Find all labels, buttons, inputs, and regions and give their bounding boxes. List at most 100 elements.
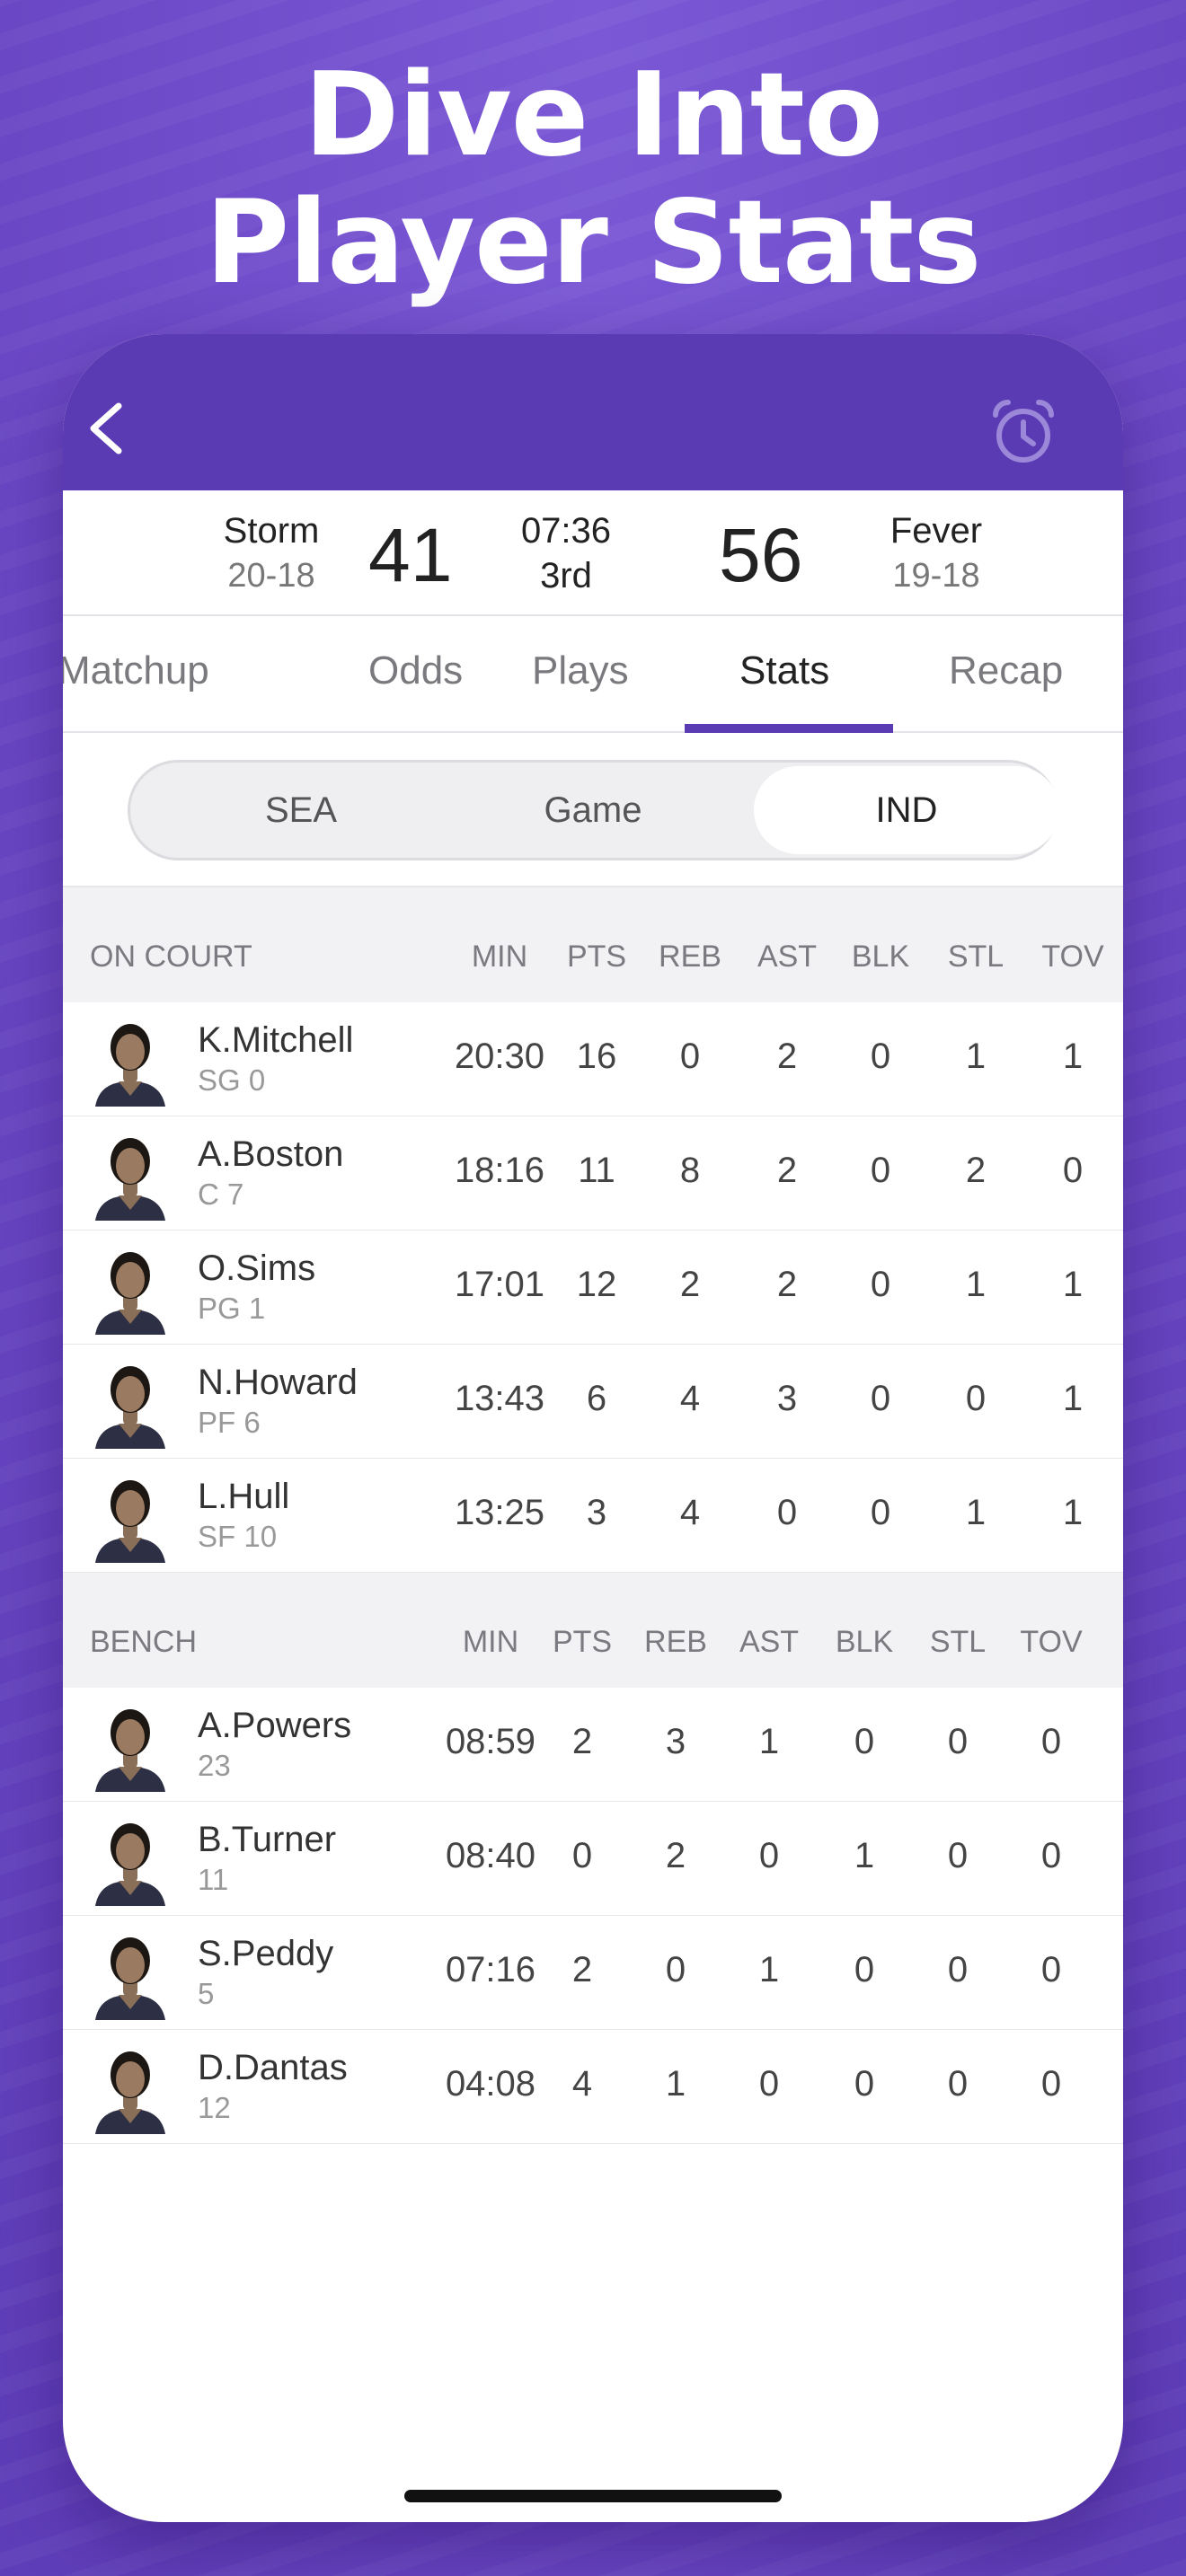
- column-header-stl: STL: [929, 1625, 987, 1659]
- stat-stl: 0: [947, 2064, 969, 2104]
- player-name: N.Howard: [198, 1363, 358, 1402]
- headline-line-2: Player Stats: [205, 176, 981, 310]
- player-name: A.Boston: [198, 1134, 344, 1174]
- player-headshot-icon: [83, 1813, 178, 1906]
- section-title: ON COURT: [90, 940, 252, 974]
- player-row[interactable]: S.Peddy 5 07:16 2 0 1 0 0 0: [63, 1916, 1123, 2030]
- player-headshot-icon: [83, 2041, 178, 2134]
- player-name: K.Mitchell: [198, 1020, 354, 1060]
- active-tab-indicator: [685, 724, 893, 733]
- player-row[interactable]: A.Boston C 7 18:16 11 8 2 0 2 0: [63, 1116, 1123, 1231]
- stat-reb: 8: [679, 1151, 701, 1190]
- tab-stats[interactable]: Stats: [739, 648, 829, 693]
- stat-ast: 2: [776, 1151, 798, 1190]
- stat-pts: 12: [576, 1265, 617, 1304]
- headline-line-1: Dive Into: [304, 49, 883, 182]
- home-team-name: Fever: [890, 511, 983, 551]
- column-header-stl: STL: [947, 940, 1005, 974]
- player-headshot-icon: [83, 1127, 178, 1221]
- player-row[interactable]: L.Hull SF 10 13:25 3 4 0 0 1 1: [63, 1459, 1123, 1573]
- tab-recap[interactable]: Recap: [949, 648, 1063, 693]
- bench-section: BENCH MIN PTS REB AST BLK STL TOV A.Powe…: [63, 1573, 1123, 2144]
- player-position: C 7: [198, 1178, 244, 1211]
- player-row[interactable]: A.Powers 23 08:59 2 3 1 0 0 0: [63, 1688, 1123, 1802]
- player-headshot-icon: [83, 1469, 178, 1563]
- player-name: S.Peddy: [198, 1934, 334, 1973]
- segment-ind[interactable]: IND: [754, 766, 1059, 854]
- stat-tov: 0: [1040, 1836, 1062, 1875]
- player-position: 12: [198, 2091, 231, 2124]
- stat-blk: 1: [854, 1836, 875, 1875]
- stat-tov: 0: [1040, 1950, 1062, 1989]
- section-title: BENCH: [90, 1625, 198, 1659]
- home-team: Fever 19-18: [837, 508, 1035, 598]
- player-row[interactable]: N.Howard PF 6 13:43 6 4 3 0 0 1: [63, 1345, 1123, 1459]
- scoreboard: Storm 20-18 41 07:36 3rd 56 Fever 19-18: [63, 490, 1123, 616]
- stat-ast: 2: [776, 1037, 798, 1076]
- column-header-tov: TOV: [1020, 1625, 1083, 1659]
- home-team-record: 19-18: [892, 557, 980, 595]
- stat-tov: 0: [1040, 2064, 1062, 2104]
- tab-bar: Matchup Odds Plays Stats Recap: [63, 616, 1123, 733]
- stat-stl: 1: [965, 1037, 987, 1076]
- away-team-record: 20-18: [227, 557, 315, 595]
- segmented-control: SEA Game IND: [128, 760, 1059, 860]
- stat-blk: 0: [854, 2064, 875, 2104]
- player-row[interactable]: K.Mitchell SG 0 20:30 16 0 2 0 1 1: [63, 1002, 1123, 1116]
- column-header-reb: REB: [659, 940, 721, 974]
- stat-pts: 0: [571, 1836, 593, 1875]
- stat-blk: 0: [854, 1722, 875, 1761]
- clock-period: 3rd: [540, 556, 592, 595]
- stat-reb: 3: [665, 1722, 686, 1761]
- clock-time: 07:36: [520, 511, 612, 551]
- stat-min: 17:01: [454, 1265, 545, 1304]
- stat-reb: 0: [665, 1950, 686, 1989]
- player-row[interactable]: B.Turner 11 08:40 0 2 0 1 0 0: [63, 1802, 1123, 1916]
- segment-game[interactable]: Game: [440, 763, 746, 858]
- player-name: A.Powers: [198, 1706, 352, 1745]
- player-name: B.Turner: [198, 1820, 337, 1859]
- stat-ast: 1: [758, 1722, 780, 1761]
- away-team: Storm 20-18: [173, 508, 370, 598]
- stat-min: 18:16: [454, 1151, 545, 1190]
- column-header-blk: BLK: [851, 940, 910, 974]
- stat-tov: 1: [1062, 1379, 1084, 1418]
- player-headshot-icon: [83, 1355, 178, 1449]
- player-row[interactable]: D.Dantas 12 04:08 4 1 0 0 0 0: [63, 2030, 1123, 2144]
- column-header-ast: AST: [739, 1625, 800, 1659]
- player-position: 5: [198, 1977, 215, 2010]
- column-header-pts: PTS: [552, 1625, 613, 1659]
- player-position: 23: [198, 1749, 231, 1782]
- column-header-ast: AST: [757, 940, 818, 974]
- player-headshot-icon: [83, 1698, 178, 1792]
- stat-stl: 1: [965, 1265, 987, 1304]
- player-row[interactable]: O.Sims PG 1 17:01 12 2 2 0 1 1: [63, 1231, 1123, 1345]
- chevron-left-icon[interactable]: [81, 397, 135, 460]
- bench-header: BENCH MIN PTS REB AST BLK STL TOV: [63, 1573, 1123, 1688]
- away-team-name: Storm: [223, 511, 320, 551]
- player-position: PF 6: [198, 1406, 261, 1439]
- player-name: O.Sims: [198, 1248, 316, 1288]
- stat-ast: 0: [758, 1836, 780, 1875]
- stat-blk: 0: [870, 1493, 891, 1532]
- tab-odds[interactable]: Odds: [368, 648, 463, 693]
- player-position: PG 1: [198, 1292, 266, 1325]
- on-court-header: ON COURT MIN PTS REB AST BLK STL TOV: [63, 887, 1123, 1002]
- stat-stl: 1: [965, 1493, 987, 1532]
- player-position: 11: [198, 1863, 229, 1896]
- stat-stl: 0: [947, 1722, 969, 1761]
- column-header-blk: BLK: [835, 1625, 894, 1659]
- stat-pts: 2: [571, 1722, 593, 1761]
- stat-reb: 4: [679, 1379, 701, 1418]
- stat-min: 13:25: [454, 1493, 545, 1532]
- stat-pts: 2: [571, 1950, 593, 1989]
- player-name: L.Hull: [198, 1477, 290, 1516]
- tab-plays[interactable]: Plays: [532, 648, 629, 693]
- column-header-pts: PTS: [566, 940, 627, 974]
- stat-blk: 0: [870, 1151, 891, 1190]
- stat-reb: 2: [679, 1265, 701, 1304]
- alarm-clock-icon[interactable]: [988, 397, 1058, 467]
- segment-sea[interactable]: SEA: [148, 763, 454, 858]
- tab-matchup[interactable]: Matchup: [63, 648, 209, 693]
- player-headshot-icon: [83, 1013, 178, 1107]
